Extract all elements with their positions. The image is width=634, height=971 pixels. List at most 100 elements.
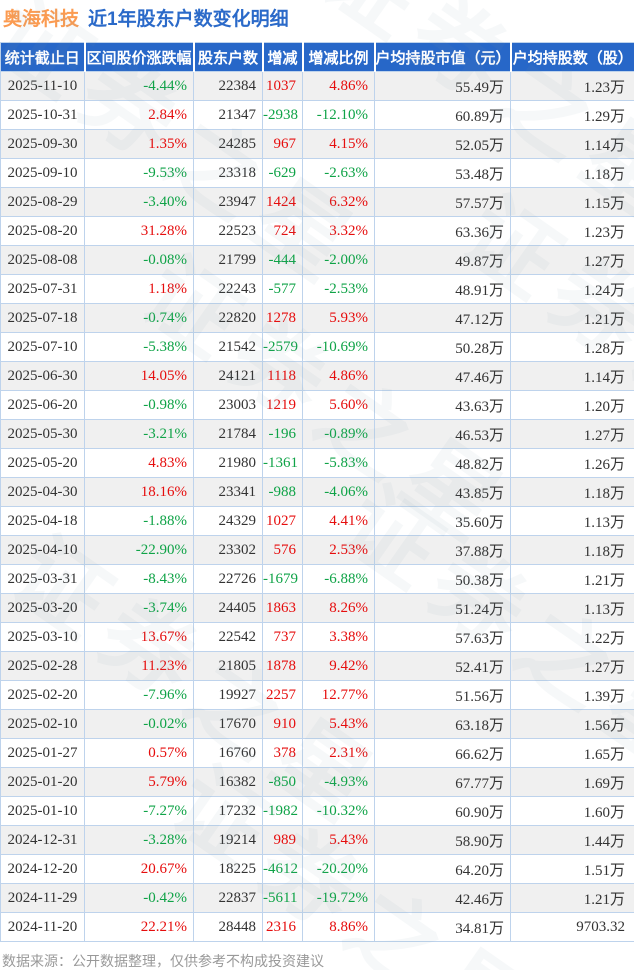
holder-count-cell: 22243 xyxy=(194,275,263,304)
date-cell: 2025-05-30 xyxy=(1,420,85,449)
date-cell: 2025-02-10 xyxy=(1,710,85,739)
change-cell: -2579 xyxy=(263,333,303,362)
table-row: 2025-09-10-9.53%23318-629-2.63%53.48万1.1… xyxy=(1,159,634,188)
table-row: 2025-04-3018.16%23341-988-4.06%43.85万1.1… xyxy=(1,478,634,507)
date-cell: 2025-02-28 xyxy=(1,652,85,681)
date-cell: 2025-08-20 xyxy=(1,217,85,246)
holder-count-cell: 22542 xyxy=(194,623,263,652)
change-pct-cell: 4.15% xyxy=(303,130,375,159)
avg-market-value-cell: 60.89万 xyxy=(375,101,511,130)
change-pct-cell: 8.26% xyxy=(303,594,375,623)
holder-count-cell: 22384 xyxy=(194,72,263,101)
avg-shares-cell: 1.27万 xyxy=(511,652,634,681)
table-row: 2025-05-204.83%21980-1361-5.83%48.82万1.2… xyxy=(1,449,634,478)
avg-shares-cell: 1.21万 xyxy=(511,565,634,594)
change-cell: 1118 xyxy=(263,362,303,391)
col-header-avg-shares: 户均持股数（股） xyxy=(511,43,634,72)
change-pct-cell: -2.00% xyxy=(303,246,375,275)
date-cell: 2025-07-10 xyxy=(1,333,85,362)
avg-shares-cell: 1.21万 xyxy=(511,304,634,333)
avg-shares-cell: 1.13万 xyxy=(511,507,634,536)
price-change-cell: -0.08% xyxy=(85,246,194,275)
table-row: 2025-07-311.18%22243-577-2.53%48.91万1.24… xyxy=(1,275,634,304)
avg-market-value-cell: 57.57万 xyxy=(375,188,511,217)
avg-shares-cell: 1.23万 xyxy=(511,217,634,246)
table-row: 2025-02-10-0.02%176709105.43%63.18万1.56万 xyxy=(1,710,634,739)
change-pct-cell: 3.38% xyxy=(303,623,375,652)
table-row: 2025-02-20-7.96%19927225712.77%51.56万1.3… xyxy=(1,681,634,710)
change-pct-cell: 8.86% xyxy=(303,913,375,942)
data-source-note: 数据来源：公开数据整理，仅供参考不构成投资建议 xyxy=(0,942,634,971)
price-change-cell: -0.98% xyxy=(85,391,194,420)
date-cell: 2025-04-10 xyxy=(1,536,85,565)
date-cell: 2024-11-29 xyxy=(1,884,85,913)
avg-shares-cell: 1.15万 xyxy=(511,188,634,217)
date-cell: 2025-06-30 xyxy=(1,362,85,391)
avg-shares-cell: 1.65万 xyxy=(511,739,634,768)
change-cell: 1878 xyxy=(263,652,303,681)
change-cell: 1037 xyxy=(263,72,303,101)
date-cell: 2025-02-20 xyxy=(1,681,85,710)
table-row: 2025-01-270.57%167603782.31%66.62万1.65万 xyxy=(1,739,634,768)
price-change-cell: 14.05% xyxy=(85,362,194,391)
avg-shares-cell: 1.18万 xyxy=(511,536,634,565)
date-cell: 2025-10-31 xyxy=(1,101,85,130)
holder-count-cell: 21347 xyxy=(194,101,263,130)
table-row: 2025-03-1013.67%225427373.38%57.63万1.22万 xyxy=(1,623,634,652)
price-change-cell: -3.21% xyxy=(85,420,194,449)
col-header-avg-market-value: 户均持股市值（元） xyxy=(375,43,511,72)
price-change-cell: -0.74% xyxy=(85,304,194,333)
price-change-cell: -3.74% xyxy=(85,594,194,623)
date-cell: 2025-01-20 xyxy=(1,768,85,797)
avg-market-value-cell: 51.56万 xyxy=(375,681,511,710)
avg-shares-cell: 1.27万 xyxy=(511,246,634,275)
change-pct-cell: 4.41% xyxy=(303,507,375,536)
avg-market-value-cell: 52.41万 xyxy=(375,652,511,681)
table-row: 2025-07-18-0.74%2282012785.93%47.12万1.21… xyxy=(1,304,634,333)
change-cell: -1982 xyxy=(263,797,303,826)
table-row: 2025-03-20-3.74%2440518638.26%51.24万1.13… xyxy=(1,594,634,623)
avg-shares-cell: 1.29万 xyxy=(511,101,634,130)
table-row: 2025-06-3014.05%2412111184.86%47.46万1.14… xyxy=(1,362,634,391)
holder-count-cell: 23318 xyxy=(194,159,263,188)
change-pct-cell: 6.32% xyxy=(303,188,375,217)
avg-market-value-cell: 60.90万 xyxy=(375,797,511,826)
holder-count-cell: 22726 xyxy=(194,565,263,594)
avg-market-value-cell: 50.38万 xyxy=(375,565,511,594)
avg-market-value-cell: 46.53万 xyxy=(375,420,511,449)
avg-shares-cell: 1.51万 xyxy=(511,855,634,884)
change-cell: 1027 xyxy=(263,507,303,536)
date-cell: 2025-01-27 xyxy=(1,739,85,768)
price-change-cell: 4.83% xyxy=(85,449,194,478)
table-header: 统计截止日 区间股价涨跌幅 股东户数 增减 增减比例 户均持股市值（元） 户均持… xyxy=(1,43,634,72)
avg-shares-cell: 1.20万 xyxy=(511,391,634,420)
change-pct-cell: -5.83% xyxy=(303,449,375,478)
change-cell: -577 xyxy=(263,275,303,304)
avg-shares-cell: 1.24万 xyxy=(511,275,634,304)
holder-count-cell: 28448 xyxy=(194,913,263,942)
date-cell: 2025-09-10 xyxy=(1,159,85,188)
table-body: 2025-11-10-4.44%2238410374.86%55.49万1.23… xyxy=(1,72,634,942)
change-cell: 378 xyxy=(263,739,303,768)
date-cell: 2024-11-20 xyxy=(1,913,85,942)
avg-market-value-cell: 53.48万 xyxy=(375,159,511,188)
change-cell: 1219 xyxy=(263,391,303,420)
avg-market-value-cell: 34.81万 xyxy=(375,913,511,942)
avg-shares-cell: 1.26万 xyxy=(511,449,634,478)
table-row: 2025-11-10-4.44%2238410374.86%55.49万1.23… xyxy=(1,72,634,101)
holder-count-cell: 19214 xyxy=(194,826,263,855)
price-change-cell: 1.35% xyxy=(85,130,194,159)
date-cell: 2025-08-29 xyxy=(1,188,85,217)
change-cell: -5611 xyxy=(263,884,303,913)
avg-shares-cell: 1.18万 xyxy=(511,478,634,507)
price-change-cell: -3.40% xyxy=(85,188,194,217)
table-row: 2025-04-10-22.90%233025762.53%37.88万1.18… xyxy=(1,536,634,565)
change-cell: 737 xyxy=(263,623,303,652)
avg-shares-cell: 1.69万 xyxy=(511,768,634,797)
price-change-cell: -5.38% xyxy=(85,333,194,362)
change-cell: -196 xyxy=(263,420,303,449)
table-row: 2024-12-31-3.28%192149895.43%58.90万1.44万 xyxy=(1,826,634,855)
holder-count-cell: 17670 xyxy=(194,710,263,739)
avg-market-value-cell: 55.49万 xyxy=(375,72,511,101)
change-cell: 724 xyxy=(263,217,303,246)
